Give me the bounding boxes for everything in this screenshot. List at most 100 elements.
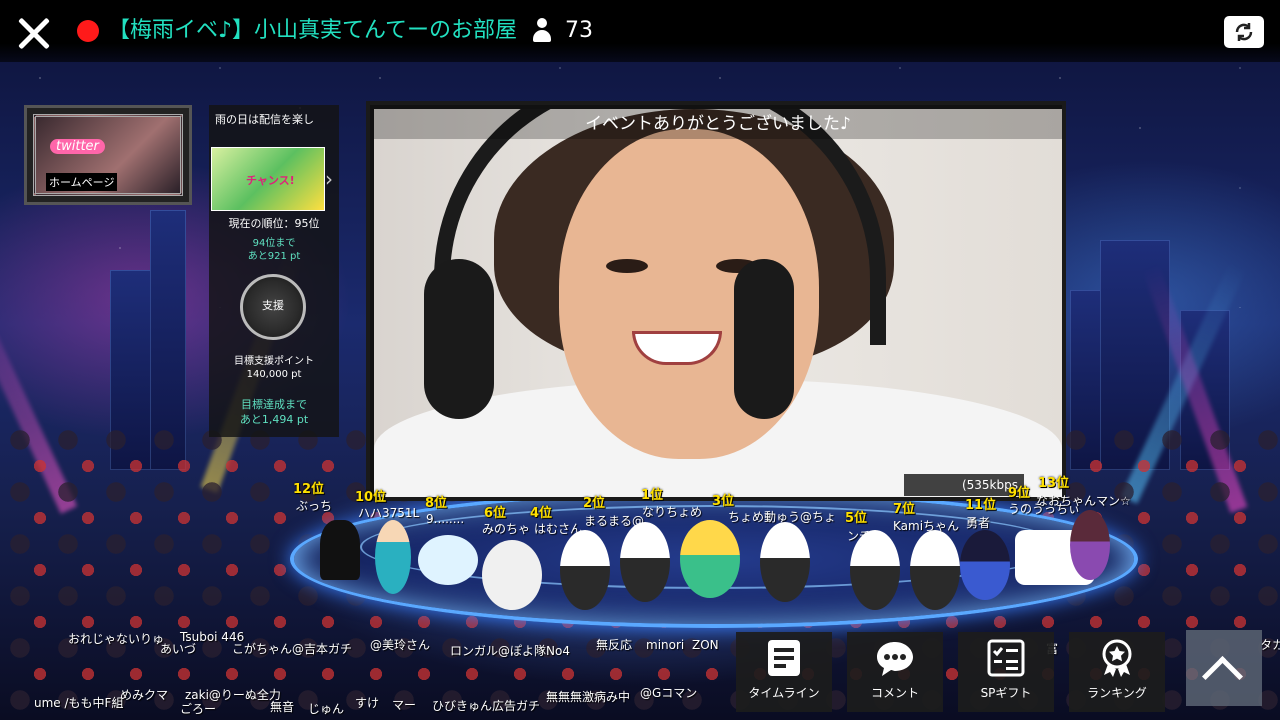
viewer-name: ZON [692, 638, 719, 652]
avatar [560, 530, 610, 610]
avatar [620, 522, 670, 602]
viewer-name: 無音 [270, 700, 295, 714]
homepage-label: ホームページ [46, 173, 118, 191]
viewer-name: ロンガル@ぽよ隊No4 [450, 644, 570, 658]
viewer-name: こがちゃん@吉本ガチ [232, 642, 353, 656]
rank-badge: 8位 [425, 496, 448, 511]
video-frame: イベントありがとうございました♪ [366, 101, 1066, 501]
rank-username: うのうっちぃ [1008, 502, 1081, 516]
avatar [960, 530, 1010, 600]
camera-switch-button[interactable] [1224, 16, 1264, 48]
goal-points: 目標支援ポイント 140,000 pt [209, 355, 339, 381]
avatar [910, 530, 960, 610]
support-button[interactable]: 支援 [240, 274, 306, 340]
chevron-right-icon[interactable]: › [325, 167, 333, 191]
viewer-name: あいづ [160, 642, 197, 656]
avatar [418, 535, 478, 585]
rank-badge: 6位 [484, 506, 507, 521]
comment-icon [877, 642, 913, 676]
viewer-name: @美玲さん [370, 638, 431, 652]
next-rank-points: あと921 pt [247, 251, 301, 262]
camera-switch-icon [1235, 23, 1253, 41]
avatar [680, 520, 740, 598]
rank-badge: 10位 [355, 490, 387, 505]
avatar [482, 540, 542, 610]
viewer-icon [532, 18, 552, 44]
support-label: 支援 [262, 299, 284, 312]
avatar [375, 520, 411, 594]
goal-remaining-label: 目標達成まで [241, 398, 307, 411]
headphone-ear [424, 259, 494, 419]
ranking-button[interactable]: ランキング [1069, 632, 1165, 712]
timeline-icon [768, 640, 800, 676]
ranking-label: ランキング [1087, 686, 1147, 700]
rank-username: ちょめ動 [728, 510, 777, 524]
sp-gift-icon [987, 639, 1025, 677]
event-panel: 雨の日は配信を楽し チャンス! › 現在の順位：95位 94位まで あと921 … [209, 105, 339, 437]
viewer-name: @Gコマン [640, 686, 698, 700]
sp-gift-label: SPギフト [980, 686, 1032, 700]
viewer-name: マー [392, 698, 417, 712]
next-rank-info: 94位まで あと921 pt [209, 237, 339, 263]
rank-badge: 5位 [845, 511, 868, 526]
chevron-up-icon[interactable] [1186, 630, 1262, 706]
video-caption: イベントありがとうございました♪ [374, 109, 1062, 139]
comment-label: コメント [870, 686, 919, 700]
viewer-name: ume /もも中F組 [34, 696, 124, 710]
viewer-count: 73 [565, 18, 593, 43]
comment-button[interactable]: コメント [847, 632, 943, 712]
timeline-label: タイムライン [748, 686, 820, 700]
viewer-name: じゅん [308, 702, 345, 716]
viewer-name: すけ [355, 696, 380, 710]
twitter-label: twitter [50, 139, 105, 154]
ranking-icon [1102, 639, 1132, 677]
viewer-name: 無無無激病み中 [546, 690, 631, 704]
rank-username: 9........ [426, 512, 465, 526]
top-bar: 【梅雨イベ♪】小山真実てんてーのお部屋 73 [0, 0, 1280, 62]
rank-username: ハハ3751L [358, 506, 420, 520]
live-video[interactable] [374, 109, 1062, 497]
rank-badge: 3位 [712, 494, 735, 509]
rank-badge: 13位 [1038, 476, 1070, 491]
rank-badge: 12位 [293, 482, 325, 497]
goal-remaining-value: あと1,494 pt [239, 413, 309, 426]
viewer-name: タカ [1260, 638, 1280, 652]
event-banner[interactable]: チャンス! [211, 147, 325, 211]
viewer-name: minori [646, 638, 685, 652]
avatar [850, 530, 900, 610]
headphones [434, 109, 886, 345]
rank-username: みのちゃ [482, 522, 531, 536]
rank-username: ぶっち [296, 499, 333, 513]
avatar [760, 522, 810, 602]
rank-badge: 2位 [583, 496, 606, 511]
rank-badge: 7位 [893, 502, 916, 517]
goal-remaining: 目標達成まで あと1,494 pt [209, 397, 339, 427]
timeline-button[interactable]: タイムライン [736, 632, 832, 712]
viewer-name: 無反応 [596, 638, 633, 652]
next-rank-target: 94位まで [252, 238, 296, 249]
viewer-name: おれじゃないりゅ [68, 632, 165, 646]
current-rank: 現在の順位：95位 [228, 217, 320, 230]
rank-username: 勇者 [966, 516, 991, 530]
live-indicator-icon [77, 20, 99, 42]
event-name: 雨の日は配信を楽し [215, 113, 314, 126]
viewer-name: ひびきゅん広告ガチ [432, 699, 541, 713]
avatar [320, 520, 360, 580]
bitrate-indicator: (535kbps [904, 474, 1024, 496]
headphone-ear [734, 259, 794, 419]
viewer-name: ごろー [180, 702, 217, 716]
goal-points-label: 目標支援ポイント [234, 356, 314, 367]
rank-badge: 4位 [530, 506, 553, 521]
rank-badge: 1位 [641, 488, 664, 503]
room-title: 【梅雨イベ♪】小山真実てんてーのお部屋 [108, 18, 517, 43]
rank-badge: 11位 [965, 498, 997, 513]
sp-gift-button[interactable]: SPギフト [958, 632, 1054, 712]
event-banner-text: チャンス! [246, 174, 295, 187]
rank-username: なりちょめ [642, 505, 703, 519]
viewer-name: めみクマ [120, 688, 169, 702]
close-icon[interactable] [12, 12, 56, 56]
avatar [1070, 510, 1110, 580]
homepage-banner[interactable]: twitter ホームページ [24, 105, 192, 205]
goal-points-value: 140,000 pt [246, 369, 302, 380]
rank-badge: 9位 [1008, 486, 1031, 501]
